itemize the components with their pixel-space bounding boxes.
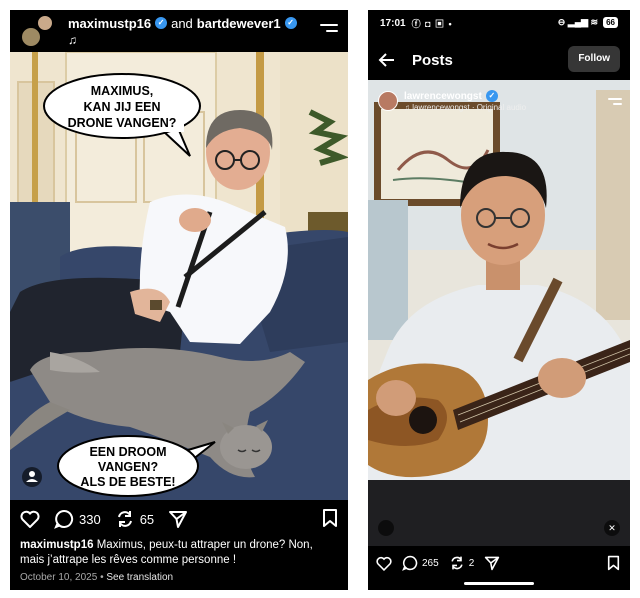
post-header: maximustp16 ✓ and bartdewever1 ✓ ♫	[10, 10, 348, 52]
like-button[interactable]	[376, 556, 392, 571]
verified-badge-icon: ✓	[155, 17, 168, 29]
heart-icon	[376, 556, 392, 571]
follow-button[interactable]: Follow	[568, 46, 620, 72]
menu-icon[interactable]	[608, 98, 622, 108]
repost-button[interactable]: 65	[115, 509, 154, 529]
save-button[interactable]	[322, 508, 338, 531]
repost-button[interactable]: 2	[449, 555, 475, 571]
notification-icons: ⓕ ◘ ▣ •	[411, 18, 453, 29]
repost-icon	[117, 511, 132, 527]
music-note-icon[interactable]: ♫	[68, 33, 297, 47]
bubble-line: MAXIMUS,	[91, 84, 154, 98]
comment-icon	[54, 509, 74, 529]
username-link[interactable]: bartdewever1	[197, 16, 281, 31]
see-translation-link[interactable]: See translation	[106, 572, 173, 583]
bubble-line: KAN JIJ EEN	[83, 100, 160, 114]
caption-username[interactable]: maximustp16	[20, 539, 94, 551]
comment-button[interactable]: 265	[402, 555, 439, 571]
share-button[interactable]	[168, 509, 188, 529]
status-time: 17:01	[380, 17, 406, 29]
bubble-line: VANGEN?	[98, 460, 158, 474]
repost-count: 65	[139, 511, 155, 527]
bookmark-icon	[607, 555, 620, 571]
right-post-screen: 17:01 ⓕ ◘ ▣ • ⊖ ▂▄▆ ≋ 66 Posts Follow la…	[368, 10, 630, 590]
action-bar: 330 65	[10, 504, 348, 534]
share-button[interactable]	[484, 555, 500, 571]
verified-badge-icon: ✓	[485, 90, 498, 102]
battery-level: 66	[603, 17, 618, 28]
top-nav: Posts Follow	[368, 40, 630, 80]
author-overlay: lawrencewongst ✓ ♫ lawrencewongst · Origi…	[378, 90, 526, 112]
back-arrow-icon[interactable]	[378, 51, 396, 69]
repost-icon	[451, 556, 463, 570]
and-label: and	[171, 15, 193, 31]
repost-count: 2	[468, 557, 475, 569]
audio-label[interactable]: ♫ lawrencewongst · Original audio	[404, 103, 526, 112]
post-date: October 10, 2025	[20, 572, 98, 583]
mute-icon[interactable]: ✕	[604, 520, 620, 536]
post-caption: maximustp16 Maximus, peux-tu attraper un…	[20, 538, 340, 568]
comment-count: 265	[422, 557, 439, 569]
comment-icon	[402, 555, 418, 571]
like-button[interactable]	[20, 510, 40, 528]
avatar[interactable]	[378, 91, 398, 111]
username-link[interactable]: maximustp16	[68, 16, 151, 31]
verified-badge-icon: ✓	[284, 17, 297, 29]
bookmark-icon	[323, 509, 337, 527]
post-image[interactable]: MAXIMUS, KAN JIJ EEN DRONE VANGEN? EEN D…	[10, 52, 348, 500]
status-bar: 17:01 ⓕ ◘ ▣ • ⊖ ▂▄▆ ≋ 66	[368, 10, 630, 36]
avatar[interactable]	[36, 14, 54, 32]
post-video[interactable]: lawrencewongst ✓ ♫ lawrencewongst · Origi…	[368, 80, 630, 546]
post-meta: October 10, 2025 • See translation	[20, 572, 173, 583]
save-button[interactable]	[607, 555, 620, 574]
home-indicator[interactable]	[464, 582, 534, 585]
author-username[interactable]: lawrencewongst	[404, 91, 482, 102]
comment-button[interactable]: 330	[54, 509, 101, 529]
signal-icon: ⊖ ▂▄▆ ≋	[557, 17, 599, 27]
page-title: Posts	[412, 51, 453, 69]
bubble-line: ALS DE BESTE!	[80, 475, 175, 489]
comment-count: 330	[79, 511, 101, 527]
tagged-people-icon[interactable]	[378, 520, 394, 536]
send-icon	[485, 556, 500, 571]
send-icon	[169, 511, 188, 528]
bubble-line: DRONE VANGEN?	[68, 116, 177, 130]
collab-avatars[interactable]	[20, 14, 56, 48]
bubble-line: EEN DROOM	[89, 445, 166, 459]
left-post-screen: maximustp16 ✓ and bartdewever1 ✓ ♫ MAXIM…	[10, 10, 348, 590]
menu-icon[interactable]	[320, 24, 338, 36]
action-bar: 265 2	[368, 548, 630, 578]
meta-separator: •	[100, 572, 104, 583]
heart-icon	[20, 510, 40, 528]
audio-text: lawrencewongst · Original audio	[412, 103, 527, 112]
